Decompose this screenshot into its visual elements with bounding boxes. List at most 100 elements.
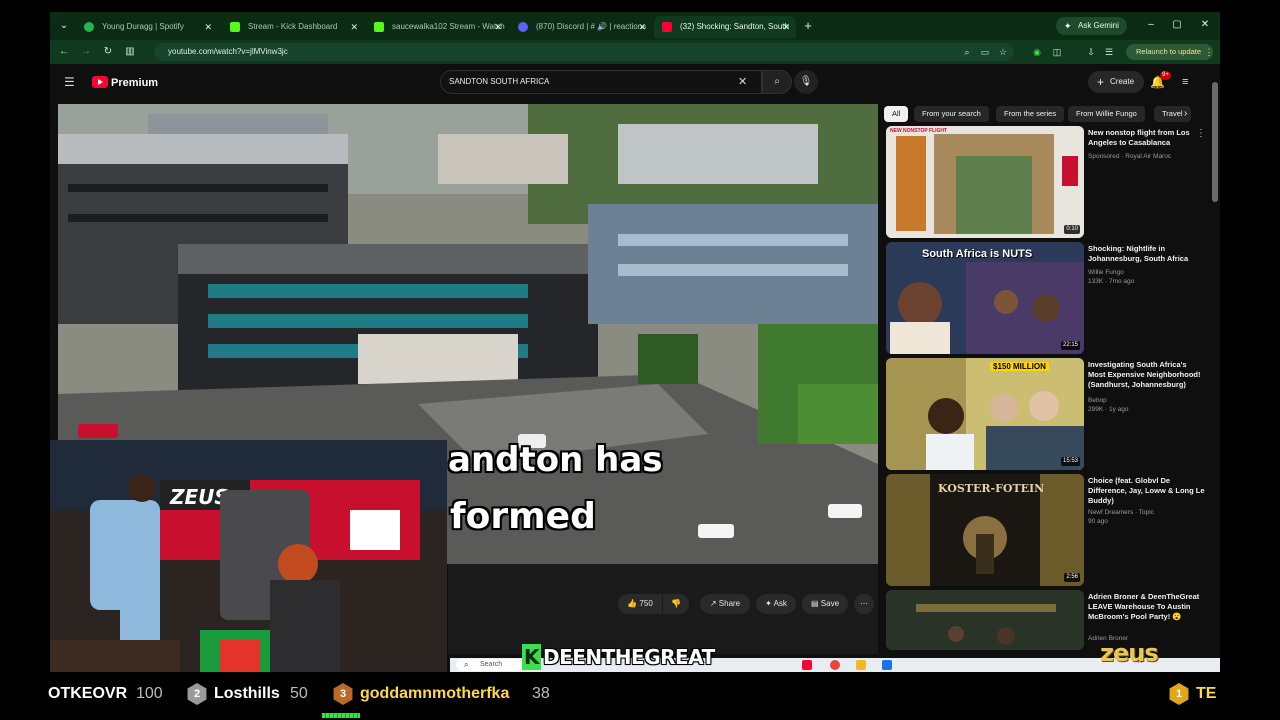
recommendation-title[interactable]: Adrien Broner & DeenTheGreat LEAVE Wareh… (1088, 592, 1206, 622)
chip-all[interactable]: All (884, 106, 909, 122)
tab-label: Stream - Kick Dashboard (248, 22, 338, 31)
like-button[interactable]: 👍 750 (618, 594, 662, 614)
close-icon[interactable]: ✕ (494, 16, 502, 38)
relaunch-button[interactable]: Relaunch to update (1126, 44, 1214, 60)
share-button[interactable]: ↗ Share (700, 594, 750, 614)
duration-badge: 22:15 (1060, 341, 1080, 350)
tab-youtube[interactable]: (32) Shocking: Sandton, South ✕ (654, 16, 796, 38)
recommendation-stats: 90 ago (1088, 518, 1108, 525)
more-menu-icon[interactable]: ⋮ (1202, 44, 1216, 60)
discord-icon (518, 22, 528, 32)
video-thumbnail[interactable]: $150 MILLION 15:53 (886, 358, 1084, 470)
kick-logo-icon: K (522, 644, 541, 670)
zoom-icon[interactable]: ⌕ (960, 44, 974, 60)
cast-icon[interactable]: ▭ (978, 44, 992, 60)
search-icon: ⌕ (464, 660, 469, 669)
recommendation-title[interactable]: Shocking: Nightlife in Johannesburg, Sou… (1088, 244, 1206, 264)
video-thumbnail[interactable] (886, 590, 1084, 650)
reload-icon[interactable]: ↻ (100, 44, 116, 60)
hamburger-menu-icon[interactable]: ☰ (64, 75, 78, 89)
recommendation-title[interactable]: Investigating South Africa's Most Expens… (1088, 360, 1206, 390)
streamer-name-text: DEENTHEGREAT (543, 645, 715, 669)
extension-icon[interactable]: ◉ (1030, 44, 1044, 60)
leaderboard-score: 50 (290, 685, 308, 702)
scrollbar[interactable] (1212, 82, 1218, 202)
youtube-logo-icon[interactable] (92, 76, 108, 88)
extensions-puzzle-icon[interactable]: ◫ (1050, 44, 1064, 60)
recommendation-channel: Willie Fungo (1088, 269, 1124, 276)
microphone-icon: 🎙 (799, 76, 813, 87)
webcam-overlay: ZEUS (50, 440, 447, 672)
recommendation-item[interactable]: $150 MILLION 15:53 Investigating South A… (886, 358, 1216, 470)
chip-from-channel[interactable]: From Willie Fungo (1068, 106, 1145, 122)
leaderboard-score: 100 (136, 685, 163, 702)
browser-window: ⌄ Young Duragg | Spotify ✕ Stream - Kick… (50, 12, 1220, 672)
youtube-icon[interactable] (802, 660, 812, 670)
recommendation-item[interactable]: KOSTER-FOTEIN 2:56 Choice (feat. Globvl … (886, 474, 1216, 586)
create-button[interactable]: Create (1088, 71, 1145, 93)
kick-icon (230, 22, 240, 32)
url-input[interactable]: youtube.com/watch?v=jlMVinw3jc (154, 43, 1014, 61)
youtube-icon (662, 22, 672, 32)
minimize-icon[interactable]: – (1144, 19, 1158, 30)
search-icon: ⌕ (774, 76, 780, 87)
tab-kick-dashboard[interactable]: Stream - Kick Dashboard ✕ (222, 16, 364, 38)
sidebar-icon[interactable]: ▥ (122, 44, 138, 60)
voice-search-button[interactable]: 🎙 (794, 70, 818, 94)
video-caption-line-1: andton has (448, 440, 663, 480)
back-icon[interactable]: ← (56, 44, 72, 60)
tab-search-icon[interactable]: ⌄ (56, 18, 72, 34)
tab-strip: ⌄ Young Duragg | Spotify ✕ Stream - Kick… (50, 12, 1220, 40)
thumbnail-image (886, 358, 1084, 470)
save-button[interactable]: ▤ Save (802, 594, 848, 614)
recommendation-item[interactable]: Adrien Broner & DeenTheGreat LEAVE Wareh… (886, 590, 1216, 650)
video-thumbnail[interactable]: KOSTER-FOTEIN 2:56 (886, 474, 1084, 586)
new-tab-button[interactable]: + (800, 18, 816, 34)
downloads-icon[interactable]: ⇩ (1084, 44, 1098, 60)
recommendation-item[interactable]: NEW NONSTOP FLIGHT 0:10 New nonstop flig… (886, 126, 1216, 238)
app-icon[interactable] (882, 660, 892, 670)
recommendation-title[interactable]: Choice (feat. Globvl De Difference, Jay,… (1088, 476, 1206, 506)
clear-search-icon[interactable]: ✕ (738, 75, 747, 89)
chip-from-series[interactable]: From the series (996, 106, 1065, 122)
webcam-scene: ZEUS (50, 440, 447, 672)
tab-spotify[interactable]: Young Duragg | Spotify ✕ (76, 16, 218, 38)
video-thumbnail[interactable]: South Africa is NUTS 22:15 (886, 242, 1084, 354)
tab-discord[interactable]: (870) Discord | # 🔊 | reactions ✕ (510, 16, 652, 38)
close-icon[interactable]: ✕ (204, 16, 212, 38)
folder-icon[interactable] (856, 660, 866, 670)
tab-label: (870) Discord | # 🔊 | reactions (536, 22, 647, 31)
forward-icon[interactable]: → (78, 44, 94, 60)
duration-badge: 15:53 (1060, 457, 1080, 466)
chrome-icon[interactable] (830, 660, 840, 670)
close-icon[interactable]: ✕ (638, 16, 646, 38)
close-icon[interactable]: ✕ (782, 16, 790, 38)
recommendation-title[interactable]: New nonstop flight from Los Angeles to C… (1088, 128, 1206, 148)
chevron-right-icon[interactable]: › (1184, 106, 1196, 122)
address-bar-row: ← → ↻ ▥ youtube.com/watch?v=jlMVinw3jc ⌕… (50, 40, 1220, 64)
taskbar-search-box[interactable]: ⌕ Search (456, 659, 522, 671)
profile-icon[interactable]: ☰ (1102, 44, 1116, 60)
tab-kick-stream[interactable]: saucewalka102 Stream - Watch ✕ (366, 16, 508, 38)
search-input[interactable]: SANDTON SOUTH AFRICA (440, 70, 762, 94)
close-window-icon[interactable]: ✕ (1198, 19, 1212, 30)
bookmark-star-icon[interactable]: ☆ (996, 44, 1010, 60)
tab-label: Young Duragg | Spotify (102, 22, 184, 31)
maximize-icon[interactable]: ▢ (1170, 19, 1184, 30)
thumbnail-image (886, 126, 1084, 238)
ask-gemini-button[interactable]: Ask Gemini (1056, 17, 1127, 35)
close-icon[interactable]: ✕ (350, 16, 358, 38)
recommendation-item[interactable]: South Africa is NUTS 22:15 Shocking: Nig… (886, 242, 1216, 354)
sparkle-icon: ✦ (765, 599, 772, 608)
search-button[interactable]: ⌕ (762, 70, 792, 94)
ask-button[interactable]: ✦ Ask (756, 594, 796, 614)
taskbar-search-label: Search (480, 661, 503, 668)
dislike-button[interactable]: 👎 (663, 594, 689, 614)
video-thumbnail[interactable]: NEW NONSTOP FLIGHT 0:10 (886, 126, 1084, 238)
more-options-icon[interactable]: ⋮ (1196, 128, 1206, 139)
menu-icon[interactable]: ≡ (1182, 75, 1188, 89)
chip-from-search[interactable]: From your search (914, 106, 989, 122)
recommendation-channel: Newf Dreamers · Topic (1088, 509, 1154, 516)
more-actions-icon[interactable]: ⋯ (854, 594, 874, 614)
youtube-premium-label[interactable]: Premium (111, 76, 158, 90)
